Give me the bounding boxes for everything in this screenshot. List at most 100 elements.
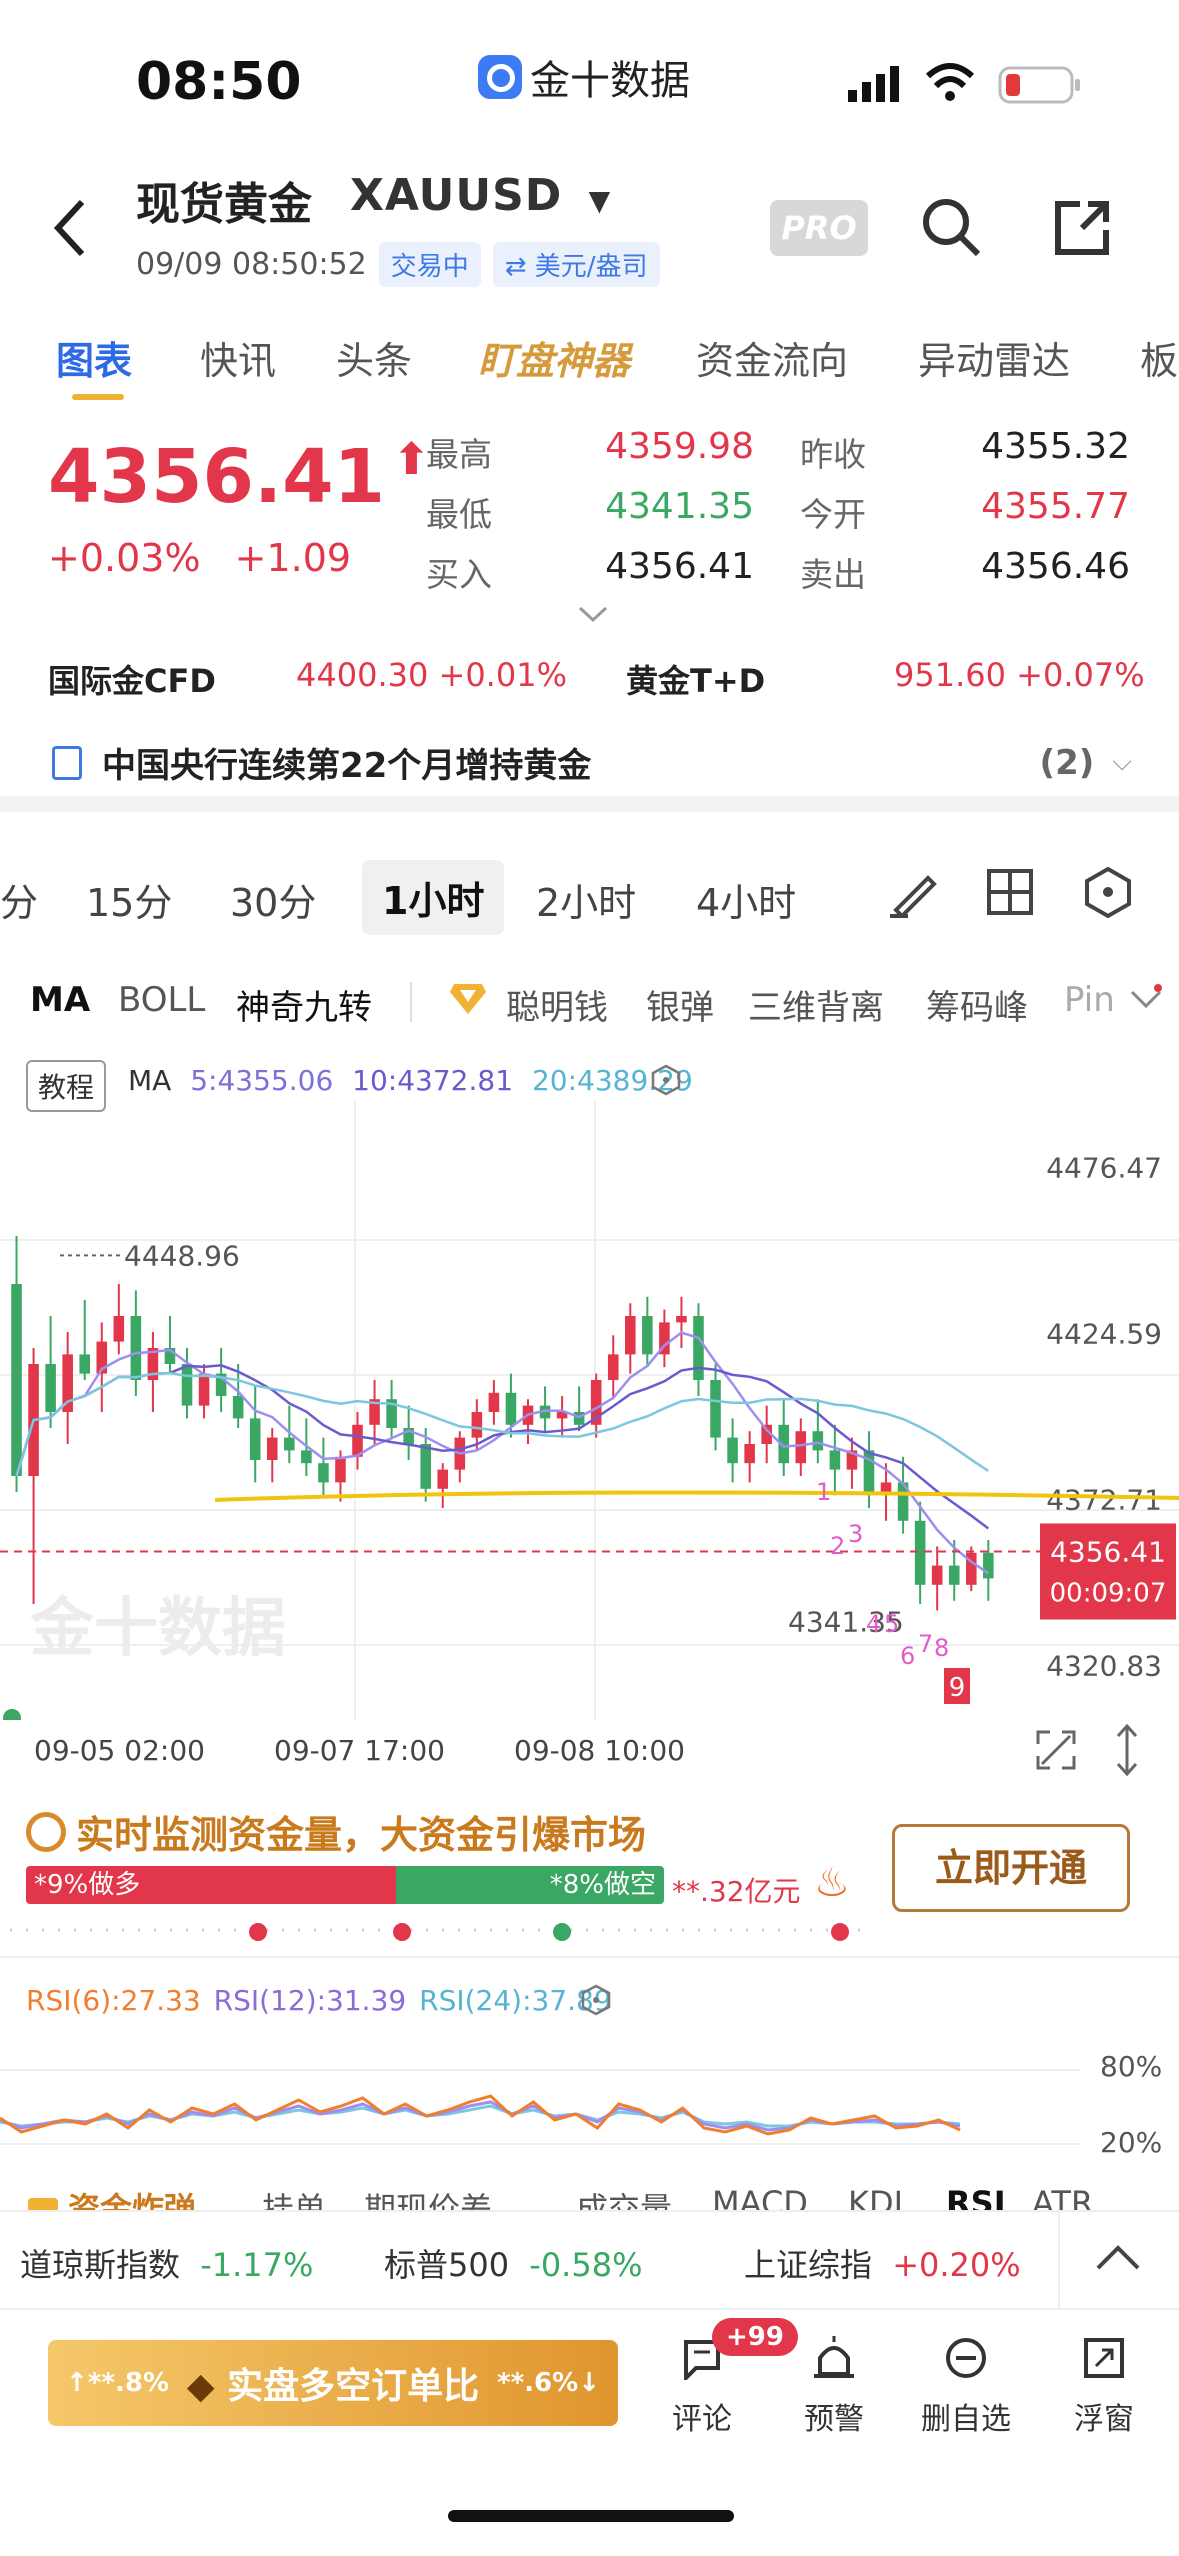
candle-body <box>744 1444 755 1464</box>
rsi12-label: RSI(12):31.39 <box>213 1984 407 2017</box>
indicator-silver-bullet[interactable]: 银弹 <box>646 980 714 1029</box>
interval-1h[interactable]: 1小时 <box>362 860 505 935</box>
indicator-pin[interactable]: Pin <box>1064 980 1115 1020</box>
tab-capital-flow[interactable]: 资金流向 <box>696 330 848 385</box>
candle-body <box>710 1380 721 1438</box>
vertical-zoom-icon[interactable] <box>1112 1723 1142 1780</box>
expand-chevron-icon[interactable] <box>578 604 608 628</box>
candle-body <box>505 1392 517 1425</box>
cfd-label[interactable]: 国际金CFD <box>48 656 216 702</box>
fullscreen-icon[interactable] <box>1034 1728 1078 1776</box>
comment-label: 评论 <box>672 2402 732 2437</box>
chevron-down-icon: ⌵ <box>1112 747 1132 777</box>
tab-underline <box>72 394 124 400</box>
minus-circle-icon <box>944 2336 988 2380</box>
open-now-button[interactable]: 立即开通 <box>892 1824 1130 1912</box>
td-label[interactable]: 黄金T+D <box>626 656 765 702</box>
candle-body <box>812 1431 824 1451</box>
prev-close-value: 4355.32 <box>981 426 1130 467</box>
wifi-icon <box>924 62 976 108</box>
td9-mark: 2 <box>830 1532 845 1560</box>
symbol-code: XAUUSD <box>350 170 563 221</box>
ask-label: 卖出 <box>800 555 866 594</box>
index-dow: 道琼斯指数 -1.17% <box>20 2240 313 2286</box>
td9-mark: 6 <box>900 1642 915 1670</box>
news-row[interactable]: 中国央行连续第22个月增持黄金 (2) ⌵ <box>52 738 1132 787</box>
interval-30m[interactable]: 30分 <box>230 872 316 927</box>
index-ticker-bar[interactable]: 道琼斯指数 -1.17% 标普500 -0.58% 上证综指 +0.20% <box>0 2210 1179 2310</box>
watermark: 金十数据 <box>29 1592 286 1664</box>
td9-mark: 5 <box>884 1610 899 1638</box>
index-divider <box>1058 2212 1060 2308</box>
price-chart[interactable]: 金十数据 4476.47 4424.59 4372.71 4320.83 4356.41 0… <box>0 1040 1179 1720</box>
candle-body <box>249 1418 261 1460</box>
td9-mark: 3 <box>848 1520 863 1548</box>
short-ratio: **.6%↓ <box>496 2368 600 2398</box>
candle-body <box>45 1364 56 1412</box>
prev-close-label: 昨收 <box>800 435 866 474</box>
candle-body <box>318 1463 329 1483</box>
search-icon[interactable] <box>920 196 982 262</box>
banner-separator <box>0 1956 1179 1958</box>
ma10-line <box>15 1364 990 1530</box>
tab-watch-tool[interactable]: 盯盘神器 <box>478 330 630 385</box>
candle-body <box>11 1284 22 1476</box>
float-window-button[interactable]: 浮窗 <box>1044 2336 1164 2438</box>
tab-more[interactable]: 板 <box>1140 330 1178 385</box>
symbol-selector[interactable]: XAUUSD ▼ <box>350 170 611 221</box>
indicator-dropdown-icon[interactable] <box>1128 984 1164 1018</box>
index-dow-name: 道琼斯指数 <box>20 2246 181 2284</box>
remove-label: 删自选 <box>921 2402 1011 2437</box>
interval-15m[interactable]: 15分 <box>86 872 172 927</box>
interval-1m[interactable]: 分 <box>0 872 38 927</box>
candle-body <box>232 1396 244 1419</box>
pro-button[interactable]: PRO <box>770 200 868 256</box>
tab-radar[interactable]: 异动雷达 <box>918 330 1070 385</box>
share-icon[interactable] <box>1052 198 1112 262</box>
index-sp500-value: -0.58% <box>529 2246 643 2284</box>
layout-grid-icon[interactable] <box>986 868 1034 920</box>
alarm-icon <box>812 2336 856 2380</box>
draw-tool-icon[interactable] <box>888 866 940 922</box>
tab-headline[interactable]: 头条 <box>336 330 412 385</box>
indicator-smart-money[interactable]: 聪明钱 <box>506 980 608 1029</box>
candle-body <box>829 1450 841 1470</box>
settings-hex-icon[interactable] <box>1082 866 1134 922</box>
indicator-chip-peak[interactable]: 筹码峰 <box>926 980 1028 1029</box>
rsi-legend: RSI(6):27.33 RSI(12):31.39 RSI(24):37.89 <box>26 1984 612 2017</box>
candle-body <box>471 1412 483 1438</box>
indicator-boll[interactable]: BOLL <box>118 980 205 1020</box>
interval-2h[interactable]: 2小时 <box>536 872 636 927</box>
bid-value: 4356.41 <box>605 546 754 587</box>
back-button[interactable] <box>52 198 88 262</box>
remove-watchlist-button[interactable]: 删自选 <box>906 2336 1026 2438</box>
float-window-icon <box>1082 2336 1126 2380</box>
fire-icon: ♨ <box>814 1860 850 1906</box>
indicator-ma[interactable]: MA <box>30 980 90 1020</box>
candle-body <box>727 1437 738 1464</box>
home-indicator <box>448 2510 734 2522</box>
long-short-bar: *9%做多 *8%做空 <box>26 1866 664 1904</box>
low-label: 最低 <box>426 495 492 534</box>
y-tick-label: 4372.71 <box>1046 1483 1162 1516</box>
x-tick-label: 09-05 02:00 <box>34 1734 205 1767</box>
trade-status-badge: 交易中 <box>378 242 481 287</box>
tab-flash[interactable]: 快讯 <box>200 330 276 385</box>
interval-4h[interactable]: 4小时 <box>696 872 796 927</box>
unit-toggle[interactable]: ⇄ 美元/盎司 <box>492 242 660 287</box>
money-amount: **.32亿元 <box>672 1875 801 1908</box>
td9-mark: 7 <box>918 1630 933 1658</box>
high-value: 4359.98 <box>605 426 754 467</box>
section-separator <box>0 796 1179 812</box>
news-count: (2) <box>1039 742 1095 783</box>
tab-chart[interactable]: 图表 <box>56 330 132 385</box>
rsi-settings-icon[interactable] <box>580 1984 612 2020</box>
change-pct: +0.03% <box>48 536 201 580</box>
td9-mark: 4 <box>866 1610 881 1638</box>
chevron-up-icon[interactable] <box>1094 2242 1142 2276</box>
alert-button[interactable]: 预警 <box>774 2336 894 2438</box>
indicator-td9[interactable]: 神奇九转 <box>236 980 372 1029</box>
long-short-ratio-button[interactable]: ↑**.8% ◆ 实盘多空订单比 **.6%↓ <box>48 2340 618 2426</box>
indicator-divergence[interactable]: 三维背离 <box>748 980 884 1029</box>
arrow-up-icon: ⬆ <box>393 434 430 485</box>
